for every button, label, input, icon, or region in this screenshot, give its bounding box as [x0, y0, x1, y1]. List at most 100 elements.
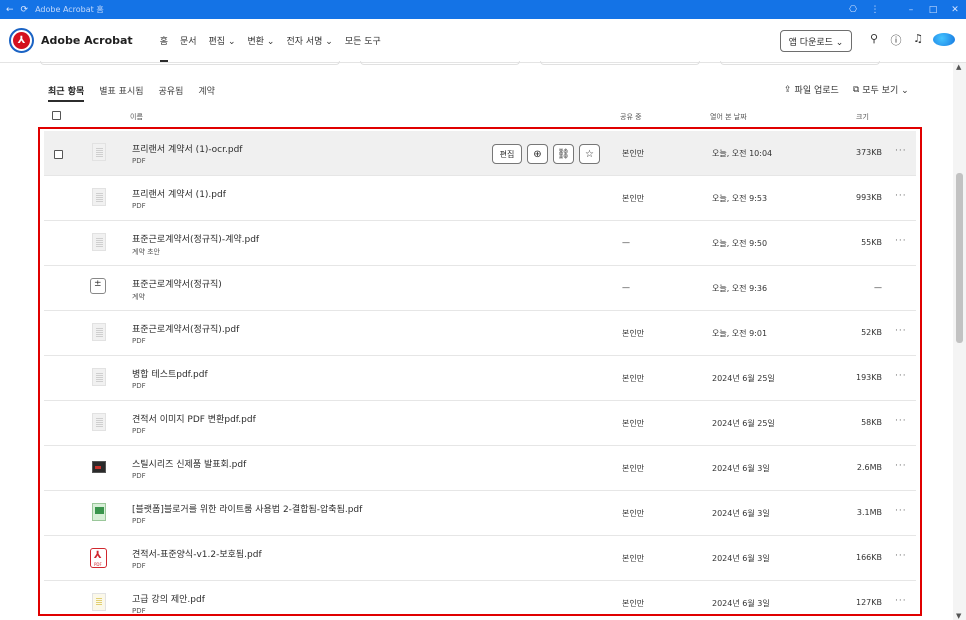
file-thumbnail-icon: [92, 368, 106, 386]
select-all-checkbox[interactable]: [52, 111, 61, 120]
file-row[interactable]: 고급 강의 제안.pdf PDF 본인만 2024년 6월 3일 127KB ···: [44, 581, 916, 614]
file-size: —: [874, 283, 882, 292]
file-size: 993KB: [855, 193, 882, 202]
nav-convert[interactable]: 변환 ⌄: [248, 34, 275, 47]
more-options-icon[interactable]: ···: [895, 596, 907, 606]
upload-file-label: 파일 업로드: [794, 86, 839, 96]
file-size: 58KB: [861, 418, 882, 427]
brand-name: Adobe Acrobat: [41, 34, 133, 47]
avatar[interactable]: [929, 32, 955, 49]
file-name[interactable]: 고급 강의 제안.pdf: [132, 592, 205, 605]
tab-recent[interactable]: 최근 항목: [48, 84, 85, 102]
share-person-icon[interactable]: ⊕: [527, 144, 548, 164]
more-options-icon[interactable]: ···: [895, 146, 907, 156]
file-row[interactable]: [블랫폼]블로거를 위한 라이트룸 사용법 2-결합됨-압축됨.pdf PDF 본인…: [44, 491, 916, 536]
file-type: PDF: [132, 202, 146, 210]
more-options-icon[interactable]: ···: [895, 191, 907, 201]
scroll-down-icon[interactable]: ▼: [956, 612, 961, 620]
upload-file-button[interactable]: ⇪ 파일 업로드: [784, 83, 839, 97]
file-row[interactable]: 견적서 이미지 PDF 변환pdf.pdf PDF 본인만 2024년 6월 25일 5…: [44, 401, 916, 446]
header-size[interactable]: 크기: [856, 112, 869, 122]
more-options-icon[interactable]: ···: [895, 551, 907, 561]
file-sharing: 본인만: [622, 509, 645, 518]
tab-agreements[interactable]: 계약: [198, 84, 215, 97]
window-menu-icon[interactable]: ⋮: [864, 5, 886, 15]
maximize-icon[interactable]: □: [922, 5, 944, 15]
file-row[interactable]: 표준근로계약서(정규직)-계약.pdf 계약 초안 — 오늘, 오전 9:50 55KB…: [44, 221, 916, 266]
file-name[interactable]: 프리랜서 계약서 (1).pdf: [132, 187, 226, 200]
file-row[interactable]: 표준근로계약서(정규직) 계약 — 오늘, 오전 9:36 —: [44, 266, 916, 311]
refresh-icon[interactable]: ⟳: [21, 5, 29, 15]
notification-bell-icon[interactable]: ♫: [907, 32, 929, 49]
file-type: PDF: [132, 472, 146, 480]
back-arrow-icon[interactable]: ←: [6, 5, 14, 15]
file-size: 373KB: [855, 148, 882, 157]
row-checkbox[interactable]: [54, 150, 63, 159]
file-thumbnail-icon: [92, 413, 106, 431]
file-name[interactable]: 표준근로계약서(정규직).pdf: [132, 322, 239, 335]
page-scrollbar[interactable]: ▲ ▼: [953, 63, 966, 620]
file-thumbnail-icon: [92, 323, 106, 341]
link-icon[interactable]: ⛓: [553, 144, 574, 164]
close-icon[interactable]: ✕: [944, 5, 966, 15]
file-row[interactable]: 프리랜서 계약서 (1).pdf PDF 본인만 오늘, 오전 9:53 993KB ··…: [44, 176, 916, 221]
file-type: PDF: [132, 157, 146, 165]
tab-starred[interactable]: 별표 표시됨: [99, 84, 143, 97]
view-all-button[interactable]: ⧉ 모두 보기 ⌄: [853, 83, 909, 97]
more-options-icon[interactable]: ···: [895, 236, 907, 246]
file-sharing: —: [622, 238, 630, 247]
file-type: 계약 초안: [132, 248, 160, 256]
scroll-up-icon[interactable]: ▲: [956, 63, 961, 71]
file-list: 프리랜서 계약서 (1)-ocr.pdf PDF 본인만 오늘, 오전 10:04 37…: [38, 127, 922, 616]
file-row[interactable]: 견적서-표준양식-v1.2-보호됨.pdf PDF 본인만 2024년 6월 3일 16…: [44, 536, 916, 581]
cloud-upload-icon: ⇪: [784, 84, 792, 95]
file-row[interactable]: 스틸시리즈 신제품 발표회.pdf PDF 본인만 2024년 6월 3일 2.6MB ·…: [44, 446, 916, 491]
file-name[interactable]: 스틸시리즈 신제품 발표회.pdf: [132, 457, 246, 470]
minimize-icon[interactable]: –: [900, 5, 922, 15]
acrobat-logo[interactable]: ⅄: [9, 28, 34, 53]
nav-all-tools[interactable]: 모든 도구: [345, 34, 381, 47]
app-download-button[interactable]: 앱 다운로드 ⌄: [780, 30, 852, 52]
star-icon[interactable]: ☆: [579, 144, 600, 164]
nav-documents[interactable]: 문서: [180, 34, 197, 47]
file-row[interactable]: 병합 테스트pdf.pdf PDF 본인만 2024년 6월 25일 193KB ···: [44, 356, 916, 401]
more-options-icon[interactable]: ···: [895, 371, 907, 381]
file-row[interactable]: 표준근로계약서(정규직).pdf PDF 본인만 오늘, 오전 9:01 52KB ···: [44, 311, 916, 356]
file-type: PDF: [132, 337, 146, 345]
file-name[interactable]: 견적서-표준양식-v1.2-보호됨.pdf: [132, 547, 262, 560]
file-row[interactable]: 프리랜서 계약서 (1)-ocr.pdf PDF 본인만 오늘, 오전 10:04 37…: [44, 131, 916, 176]
file-name[interactable]: [블랫폼]블로거를 위한 라이트룸 사용법 2-결합됨-압축됨.pdf: [132, 502, 362, 515]
file-thumbnail-icon: [90, 278, 106, 294]
more-options-icon[interactable]: ···: [895, 416, 907, 426]
header-opened[interactable]: 열어 본 날짜: [710, 112, 747, 122]
file-sharing: 본인만: [622, 329, 645, 338]
file-type: 계약: [132, 293, 145, 301]
scrollbar-thumb[interactable]: [956, 173, 963, 343]
file-opened-date: 2024년 6월 3일: [712, 599, 770, 608]
search-icon[interactable]: ⚲: [863, 32, 885, 49]
file-opened-date: 2024년 6월 25일: [712, 419, 775, 428]
file-opened-date: 오늘, 오전 10:04: [712, 149, 773, 158]
header-sharing[interactable]: 공유 중: [620, 112, 642, 122]
file-tabs: 최근 항목 별표 표시됨 공유됨 계약: [48, 84, 230, 102]
more-options-icon[interactable]: ···: [895, 506, 907, 516]
file-opened-date: 2024년 6월 3일: [712, 464, 770, 473]
file-name[interactable]: 병합 테스트pdf.pdf: [132, 367, 208, 380]
extensions-icon[interactable]: ⎔: [842, 5, 864, 15]
file-size: 55KB: [861, 238, 882, 247]
more-options-icon[interactable]: ···: [895, 461, 907, 471]
file-name[interactable]: 표준근로계약서(정규직): [132, 277, 222, 290]
nav-edit[interactable]: 편집 ⌄: [209, 34, 236, 47]
file-type: PDF: [132, 382, 146, 390]
nav-home[interactable]: 홈: [159, 34, 169, 62]
nav-esign[interactable]: 전자 서명 ⌄: [286, 34, 332, 47]
more-options-icon[interactable]: ···: [895, 326, 907, 336]
header-name[interactable]: 이름: [130, 112, 143, 122]
file-name[interactable]: 견적서 이미지 PDF 변환pdf.pdf: [132, 412, 256, 425]
file-name[interactable]: 표준근로계약서(정규직)-계약.pdf: [132, 232, 259, 245]
file-name[interactable]: 프리랜서 계약서 (1)-ocr.pdf: [132, 142, 242, 155]
view-all-label: 모두 보기 ⌄: [862, 86, 909, 96]
edit-button[interactable]: 편집: [492, 144, 522, 164]
tab-shared[interactable]: 공유됨: [159, 84, 184, 97]
help-icon[interactable]: ⓘ: [885, 32, 907, 49]
